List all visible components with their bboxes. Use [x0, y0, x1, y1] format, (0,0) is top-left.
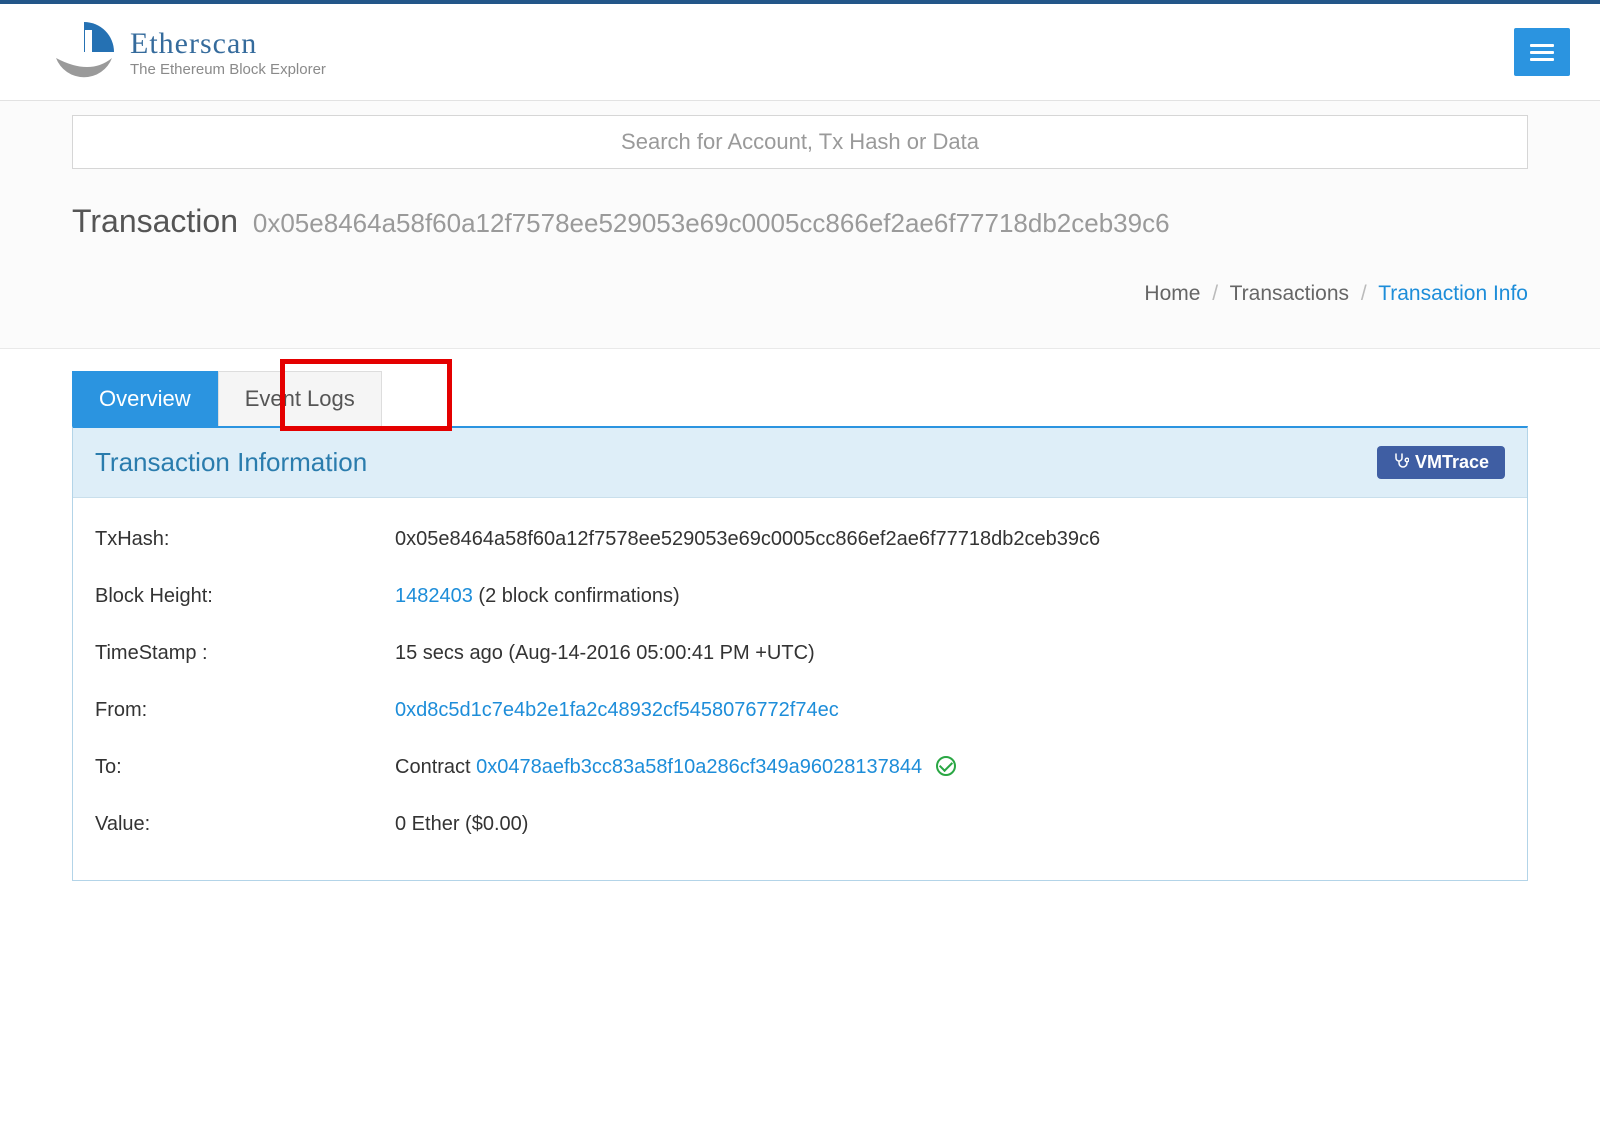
from-address[interactable]: 0xd8c5d1c7e4b2e1fa2c48932cf5458076772f74…: [395, 699, 839, 721]
row-txhash: TxHash: 0x05e8464a58f60a12f7578ee529053e…: [95, 528, 1505, 551]
breadcrumb-info: Transaction Info: [1378, 282, 1528, 305]
blockheight-value: 1482403 (2 block confirmations): [395, 585, 1505, 608]
tab-event-logs[interactable]: Event Logs: [218, 371, 382, 426]
search-bar: [0, 101, 1600, 171]
vmtrace-label: VMTrace: [1415, 452, 1489, 473]
breadcrumb: Home / Transactions / Transaction Info: [72, 282, 1528, 306]
blockheight-link[interactable]: 1482403: [395, 585, 473, 607]
breadcrumb-home[interactable]: Home: [1144, 282, 1200, 305]
transaction-panel: Transaction Information VMTrace TxHash: …: [72, 426, 1528, 881]
value-label: Value:: [95, 813, 395, 836]
page-title-text: Transaction: [72, 203, 238, 239]
panel-title: Transaction Information: [95, 447, 367, 478]
check-icon: [936, 756, 956, 776]
block-confirmations: (2 block confirmations): [473, 585, 680, 607]
menu-icon: [1530, 40, 1554, 65]
logo-subtitle: The Ethereum Block Explorer: [130, 61, 326, 78]
timestamp-label: TimeStamp :: [95, 642, 395, 665]
row-from: From: 0xd8c5d1c7e4b2e1fa2c48932cf5458076…: [95, 699, 1505, 722]
tab-overview[interactable]: Overview: [72, 371, 218, 426]
breadcrumb-transactions[interactable]: Transactions: [1230, 282, 1349, 305]
panel-header: Transaction Information VMTrace: [73, 428, 1527, 498]
logo-title: Etherscan: [130, 27, 326, 61]
to-address[interactable]: 0x0478aefb3cc83a58f10a286cf349a960281378…: [476, 756, 922, 778]
header: Etherscan The Ethereum Block Explorer: [0, 0, 1600, 101]
content: Overview Event Logs Transaction Informat…: [0, 349, 1600, 881]
to-label: To:: [95, 756, 395, 779]
row-blockheight: Block Height: 1482403 (2 block confirmat…: [95, 585, 1505, 608]
vmtrace-button[interactable]: VMTrace: [1377, 446, 1505, 479]
from-label: From:: [95, 699, 395, 722]
search-input[interactable]: [72, 115, 1528, 169]
blockheight-label: Block Height:: [95, 585, 395, 608]
timestamp-value: 15 secs ago (Aug-14-2016 05:00:41 PM +UT…: [395, 642, 1505, 665]
value-value: 0 Ether ($0.00): [395, 813, 1505, 836]
row-value: Value: 0 Ether ($0.00): [95, 813, 1505, 836]
tabs: Overview Event Logs: [72, 371, 1528, 426]
row-timestamp: TimeStamp : 15 secs ago (Aug-14-2016 05:…: [95, 642, 1505, 665]
page-header: Transaction 0x05e8464a58f60a12f7578ee529…: [0, 171, 1600, 349]
panel-body: TxHash: 0x05e8464a58f60a12f7578ee529053e…: [73, 498, 1527, 880]
logo[interactable]: Etherscan The Ethereum Block Explorer: [50, 18, 326, 86]
page-title: Transaction 0x05e8464a58f60a12f7578ee529…: [72, 203, 1528, 240]
row-to: To: Contract 0x0478aefb3cc83a58f10a286cf…: [95, 756, 1505, 779]
txhash-value: 0x05e8464a58f60a12f7578ee529053e69c0005c…: [395, 528, 1505, 551]
etherscan-icon: [50, 18, 118, 86]
txhash-label: TxHash:: [95, 528, 395, 551]
page-title-hash: 0x05e8464a58f60a12f7578ee529053e69c0005c…: [253, 208, 1170, 238]
menu-button[interactable]: [1514, 28, 1570, 76]
to-prefix: Contract: [395, 756, 476, 778]
stethoscope-icon: [1393, 452, 1409, 473]
